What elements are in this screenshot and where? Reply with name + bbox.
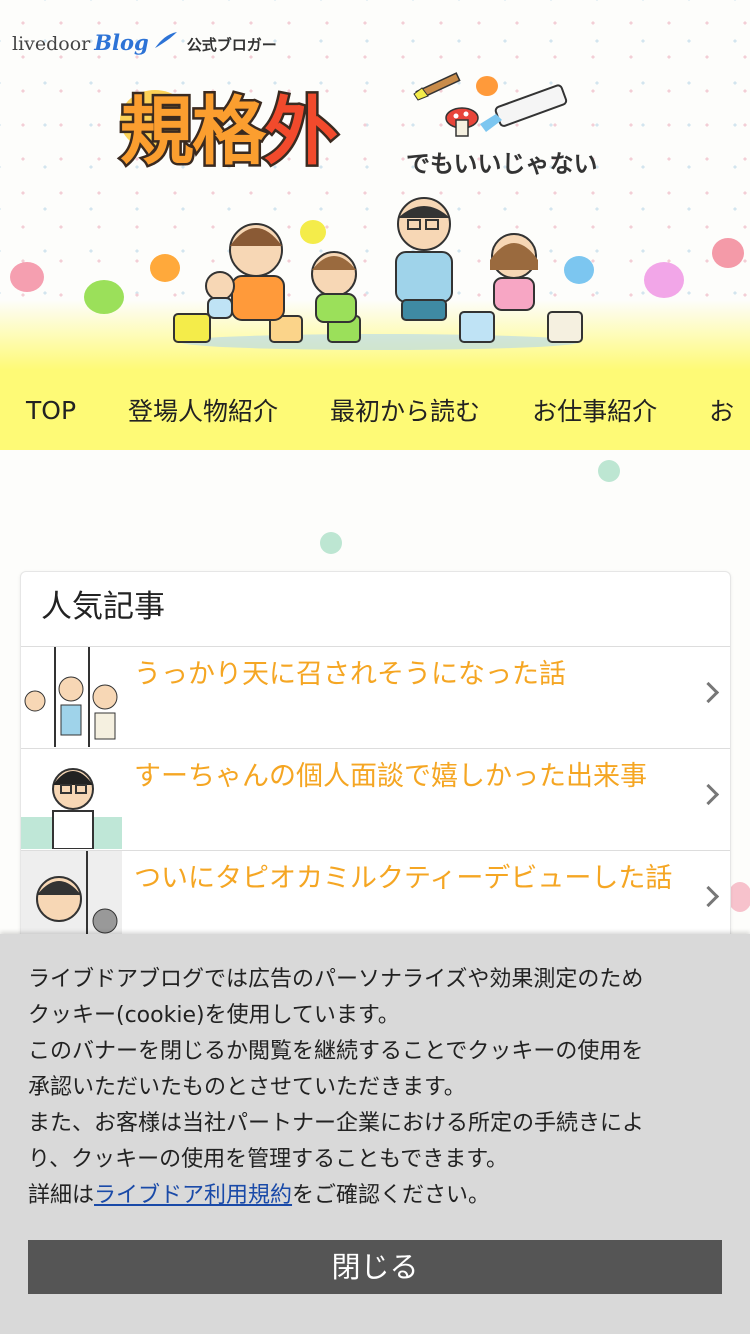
decor-dot xyxy=(728,882,750,912)
paint-splash xyxy=(644,262,684,298)
nav-item-work[interactable]: お仕事紹介 xyxy=(506,392,683,428)
cookie-details-suffix: をご確認ください。 xyxy=(292,1183,491,1208)
logo-official-blogger: 公式ブロガー xyxy=(186,36,277,54)
cookie-details-prefix: 詳細は xyxy=(28,1183,95,1208)
article-row[interactable]: すーちゃんの個人面談で嬉しかった出来事 xyxy=(21,749,730,851)
family-illustration xyxy=(173,197,583,350)
terms-of-use-link[interactable]: ライブドア利用規約 xyxy=(94,1183,292,1208)
feather-icon xyxy=(154,32,177,48)
blog-title[interactable]: 規格外 xyxy=(118,72,341,179)
article-title[interactable]: すーちゃんの個人面談で嬉しかった出来事 xyxy=(122,749,730,850)
decor-dot xyxy=(598,460,620,482)
nav-item-characters[interactable]: 登場人物紹介 xyxy=(102,392,304,428)
article-thumbnail[interactable] xyxy=(21,647,122,747)
paint-splash xyxy=(712,238,744,268)
blog-subtitle: でもいいじゃない xyxy=(406,150,598,178)
cookie-text-line: また、お客様は当社パートナー企業における所定の手続きによ xyxy=(28,1111,645,1136)
cookie-text-line: ライブドアブログでは広告のパーソナライズや効果測定のため xyxy=(28,967,644,992)
article-title[interactable]: うっかり天に召されそうになった話 xyxy=(122,647,730,748)
blog-header: livedoor Blog 公式ブロガー 規格外 でもいいじゃない xyxy=(0,0,750,370)
cookie-consent-banner: ライブドアブログでは広告のパーソナライズや効果測定のため クッキー(cookie… xyxy=(0,934,750,1334)
cookie-text-line: クッキー(cookie)を使用しています。 xyxy=(28,1003,400,1028)
cookie-consent-text: ライブドアブログでは広告のパーソナライズや効果測定のため クッキー(cookie… xyxy=(28,962,728,1214)
cookie-text-line: り、クッキーの使用を管理することもできます。 xyxy=(28,1147,509,1172)
article-row[interactable]: うっかり天に召されそうになった話 xyxy=(21,647,730,749)
article-thumbnail[interactable] xyxy=(21,749,122,849)
nav-item-read-from-start[interactable]: 最初から読む xyxy=(304,392,506,428)
cookie-text-line: このバナーを閉じるか閲覧を継続することでクッキーの使用を xyxy=(28,1039,644,1064)
nav-item-more[interactable]: お xyxy=(683,392,750,428)
livedoor-blog-logo[interactable]: livedoor Blog 公式ブロガー xyxy=(12,30,277,55)
decor-dot xyxy=(320,532,342,554)
nav-item-top[interactable]: TOP xyxy=(0,396,102,425)
cookie-text-line: 承認いただいたものとさせていただきます。 xyxy=(28,1075,466,1100)
logo-blog-text: Blog xyxy=(94,30,149,55)
global-nav: TOP 登場人物紹介 最初から読む お仕事紹介 お xyxy=(0,370,750,450)
paint-tools-illustration xyxy=(413,72,568,137)
paint-splash xyxy=(10,262,44,292)
cookie-details-line: 詳細はライブドア利用規約をご確認ください。 xyxy=(28,1178,728,1214)
popular-articles-card: 人気記事 うっかり天に召されそうになった話 すーちゃんの個人面談で嬉しかった出来… xyxy=(20,571,731,993)
popular-articles-title: 人気記事 xyxy=(21,572,730,647)
close-banner-button[interactable]: 閉じる xyxy=(28,1240,722,1294)
paint-splash xyxy=(84,280,124,314)
logo-livedoor-text: livedoor xyxy=(12,33,91,55)
blog-title-main: 規格外 xyxy=(118,87,341,178)
